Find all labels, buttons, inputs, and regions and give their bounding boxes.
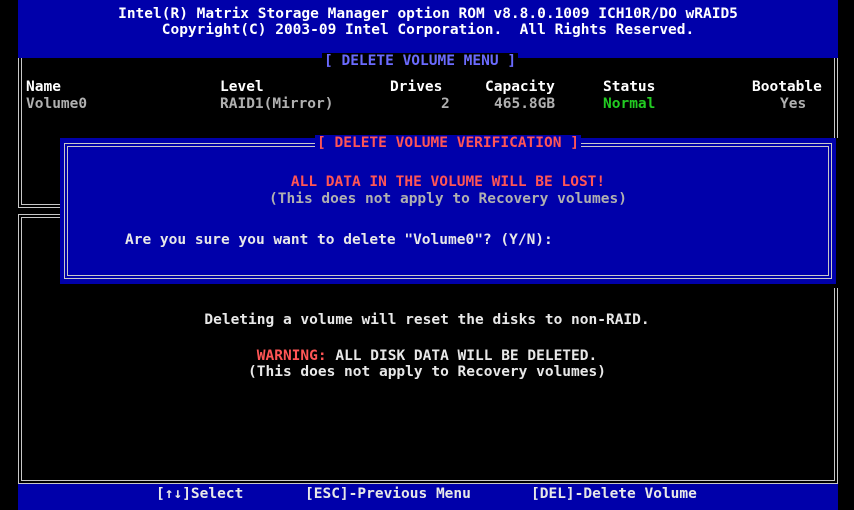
header-bar: Intel(R) Matrix Storage Manager option R… [18,0,838,58]
col-header-name: Name [26,79,61,95]
col-header-capacity: Capacity [485,79,555,95]
bios-screen: Intel(R) Matrix Storage Manager option R… [0,0,854,510]
dialog-title-text: [ DELETE VOLUME VERIFICATION ] [315,135,581,151]
cell-capacity: 465.8GB [494,96,556,112]
footer-bar: [↑↓]Select [ESC]-Previous Menu [DEL]-Del… [18,484,838,510]
cell-bootable: Yes [780,96,807,112]
footer-select-hint: [↑↓]Select [156,486,244,502]
header-title: Intel(R) Matrix Storage Manager option R… [118,6,738,22]
header-copyright: Copyright(C) 2003-09 Intel Corporation. … [161,22,695,38]
dialog-prompt[interactable]: Are you sure you want to delete "Volume0… [125,232,553,248]
col-header-level: Level [220,79,264,95]
dialog-note: (This does not apply to Recovery volumes… [269,191,627,207]
delete-verification-dialog: [ DELETE VOLUME VERIFICATION ] ALL DATA … [60,135,836,284]
menu-title: [ DELETE VOLUME MENU ] [322,53,519,69]
help-recovery-note: (This does not apply to Recovery volumes… [248,364,606,380]
cell-name: Volume0 [26,96,88,112]
cell-level: RAID1(Mirror) [220,96,334,112]
dialog-title: [ DELETE VOLUME VERIFICATION ] [60,135,836,151]
help-warning-line: WARNING: ALL DISK DATA WILL BE DELETED. [0,348,854,364]
dialog-warning: ALL DATA IN THE VOLUME WILL BE LOST! [290,174,606,190]
footer-del-hint: [DEL]-Delete Volume [531,486,697,502]
col-header-drives: Drives [390,79,443,95]
col-header-bootable: Bootable [752,79,822,95]
dialog-border [64,143,832,279]
help-text-reset: Deleting a volume will reset the disks t… [204,312,650,328]
cell-status: Normal [603,96,656,112]
footer-esc-hint: [ESC]-Previous Menu [305,486,471,502]
warning-text: ALL DISK DATA WILL BE DELETED. [326,348,598,364]
warning-label: WARNING: [256,348,327,364]
cell-drives: 2 [441,96,450,112]
col-header-status: Status [603,79,656,95]
